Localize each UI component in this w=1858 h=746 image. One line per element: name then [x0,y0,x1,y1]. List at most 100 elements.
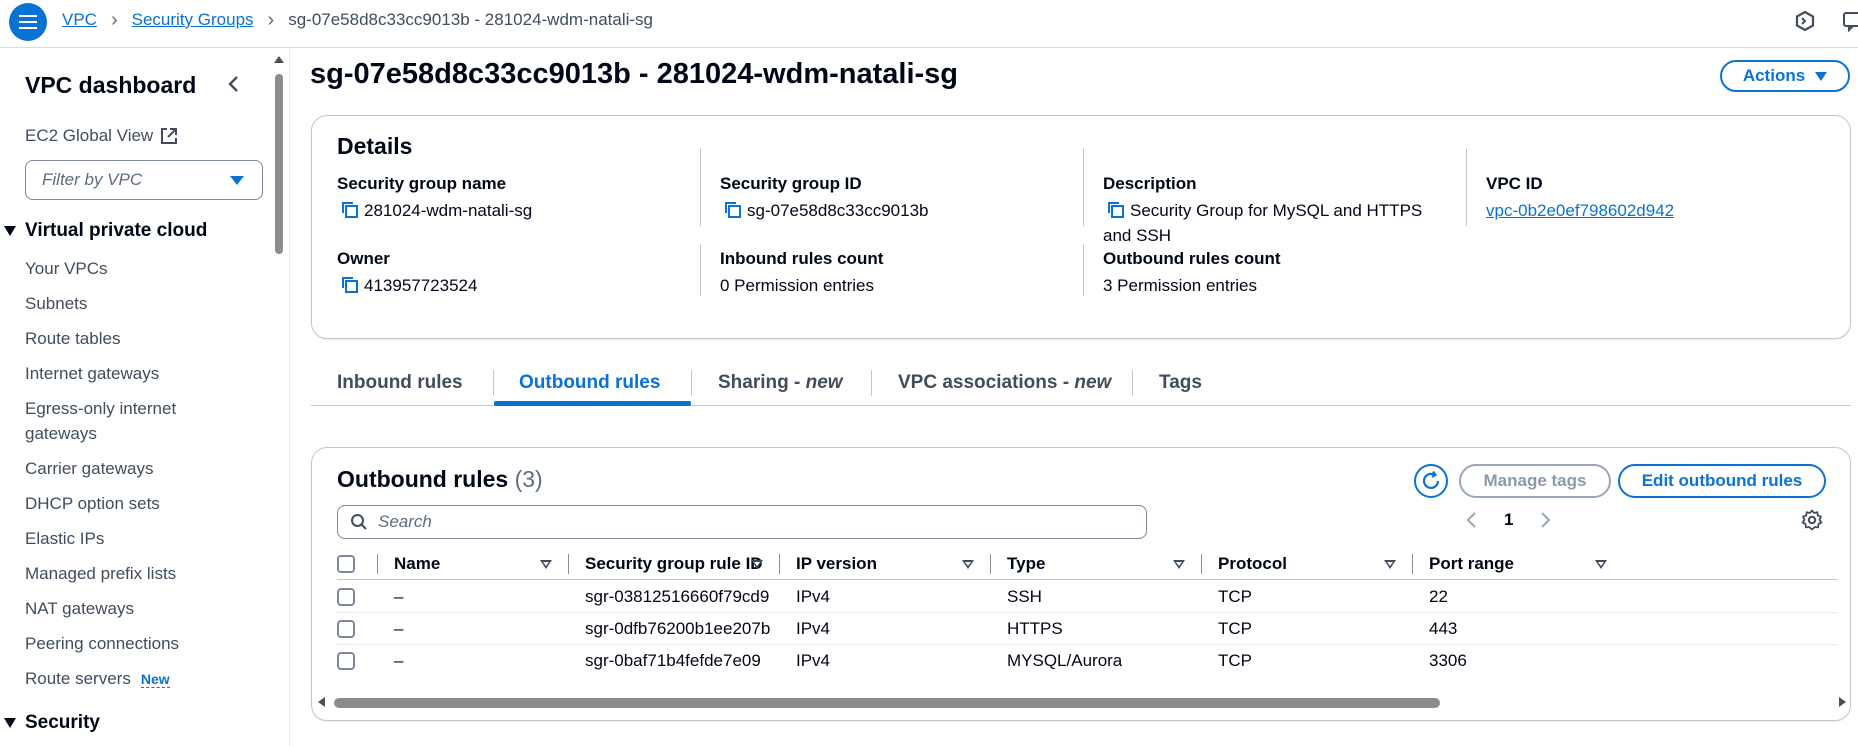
tab-new-label: new [1074,372,1112,393]
copy-icon[interactable] [341,201,359,219]
cell-ip-version: IPv4 [796,651,831,670]
column-header-rule-id[interactable]: Security group rule ID [585,548,763,580]
sidebar-item-internet-gateways[interactable]: Internet gateways [25,361,215,386]
sidebar-item-route-tables[interactable]: Route tables [25,326,215,351]
manage-tags-button[interactable]: Manage tags [1459,464,1611,498]
column-divider [700,148,701,226]
detail-outbound-rules-count: Outbound rules count 3 Permission entrie… [1103,249,1443,298]
sort-icon[interactable] [1173,560,1185,569]
menu-icon[interactable] [9,3,47,41]
sidebar-section-security[interactable]: Security [4,712,100,734]
filter-by-vpc-select[interactable]: Filter by VPC [25,160,263,200]
column-header-port-range[interactable]: Port range [1429,548,1514,580]
security-group-id-value: sg-07e58d8c33cc9013b [747,201,929,220]
sort-icon[interactable] [962,560,974,569]
caret-down-icon [230,176,244,185]
top-navigation: VPC › Security Groups › sg-07e58d8c33cc9… [0,0,1858,48]
sidebar-item-nat-gateways[interactable]: NAT gateways [25,596,215,621]
sort-icon[interactable] [540,560,552,569]
outbound-count-value: 3 Permission entries [1103,276,1258,295]
table-row[interactable]: – sgr-03812516660f79cd9 IPv4 SSH TCP 22 [337,581,1837,613]
column-divider [1083,148,1084,226]
cell-port-range: 22 [1429,587,1448,606]
row-checkbox[interactable] [337,620,355,638]
heading-text: Outbound rules [337,466,509,492]
cell-type: HTTPS [1007,619,1063,638]
sort-icon[interactable] [1384,560,1396,569]
copy-icon[interactable] [1107,201,1125,219]
scrollbar-thumb[interactable] [275,74,283,254]
chevron-right-icon[interactable] [1533,508,1557,532]
sidebar-scrollbar[interactable] [274,52,284,742]
breadcrumb-current: sg-07e58d8c33cc9013b - 281024-wdm-natali… [288,10,653,29]
sidebar-section-virtual-private-cloud[interactable]: Virtual private cloud [4,220,207,242]
sidebar-item-peering-connections[interactable]: Peering connections [25,631,215,656]
scroll-up-icon[interactable] [274,56,284,63]
select-all-checkbox[interactable] [337,555,355,573]
tab-tags[interactable]: Tags [1159,360,1202,406]
chevron-right-icon: › [110,9,118,31]
detail-description: Description Security Group for MySQL and… [1103,174,1443,248]
table-row[interactable]: – sgr-0baf71b4fefde7e09 IPv4 MYSQL/Auror… [337,645,1837,677]
caret-down-icon [4,226,16,236]
scrollbar-thumb[interactable] [334,698,1440,708]
column-header-name[interactable]: Name [394,548,440,580]
chevron-left-icon[interactable] [1460,508,1484,532]
copy-icon[interactable] [724,201,742,219]
scroll-right-icon[interactable] [1839,697,1846,707]
settings-icon[interactable] [1800,508,1824,532]
tab-sharing[interactable]: Sharing - new [718,360,843,406]
table-horizontal-scrollbar[interactable] [318,694,1846,710]
feedback-icon[interactable] [1842,10,1858,32]
detail-vpc-id: VPC ID vpc-0b2e0ef798602d942 [1486,174,1826,223]
cell-type: MYSQL/Aurora [1007,651,1123,670]
tab-outbound-rules[interactable]: Outbound rules [519,360,660,406]
search-input[interactable]: Search [337,505,1147,539]
table-row[interactable]: – sgr-0dfb76200b1ee207b IPv4 HTTPS TCP 4… [337,613,1837,645]
chevron-left-icon[interactable] [222,72,246,96]
sidebar-item-egress-only-internet-gateways[interactable]: Egress-only internet gateways [25,396,215,446]
refresh-button[interactable] [1414,464,1448,498]
tab-divider [691,370,692,396]
refresh-icon [1422,470,1440,490]
sidebar-item-dhcp-option-sets[interactable]: DHCP option sets [25,491,215,516]
sidebar-item-managed-prefix-lists[interactable]: Managed prefix lists [25,561,215,586]
actions-button[interactable]: Actions [1720,60,1850,92]
sidebar-item-your-vpcs[interactable]: Your VPCs [25,256,215,281]
edit-outbound-rules-button[interactable]: Edit outbound rules [1618,464,1826,498]
column-header-protocol[interactable]: Protocol [1218,548,1287,580]
tab-list: Inbound rules Outbound rules Sharing - n… [311,360,1851,406]
cloudshell-icon[interactable] [1794,10,1816,32]
copy-icon[interactable] [341,276,359,294]
sidebar-item-ec2-global-view[interactable]: EC2 Global View [25,126,179,146]
caret-down-icon [4,718,16,728]
details-panel: Details Security group name 281024-wdm-n… [311,115,1851,339]
sidebar-title[interactable]: VPC dashboard [25,72,196,99]
breadcrumb-security-groups[interactable]: Security Groups [132,10,254,30]
inbound-count-value: 0 Permission entries [720,276,875,295]
sidebar-list: Your VPCs Subnets Route tables Internet … [25,256,215,692]
detail-label: Owner [337,249,390,268]
sidebar-item-label: Route servers [25,669,131,688]
column-divider [990,554,991,574]
cell-protocol: TCP [1218,619,1252,638]
column-header-ip-version[interactable]: IP version [796,548,877,580]
breadcrumb-vpc[interactable]: VPC [62,10,97,30]
sidebar-item-elastic-ips[interactable]: Elastic IPs [25,526,215,551]
page-number[interactable]: 1 [1504,510,1513,530]
new-badge: New [140,671,170,688]
row-checkbox[interactable] [337,588,355,606]
tab-inbound-rules[interactable]: Inbound rules [337,360,463,406]
scroll-left-icon[interactable] [318,697,325,707]
sort-icon[interactable] [751,560,763,569]
column-header-type[interactable]: Type [1007,548,1045,580]
sort-icon[interactable] [1595,560,1607,569]
vpc-id-link[interactable]: vpc-0b2e0ef798602d942 [1486,201,1674,220]
tab-vpc-associations[interactable]: VPC associations - new [898,360,1111,406]
row-checkbox[interactable] [337,652,355,670]
detail-label: Security group ID [720,174,862,193]
sidebar-item-route-servers[interactable]: Route servers New [25,666,215,692]
sidebar-item-carrier-gateways[interactable]: Carrier gateways [25,456,215,481]
sidebar-section-label: Security [25,712,100,733]
sidebar-item-subnets[interactable]: Subnets [25,291,215,316]
